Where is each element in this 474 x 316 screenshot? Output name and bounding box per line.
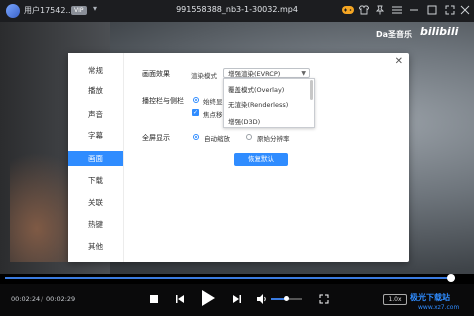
bilibili-logo: bilibili	[420, 25, 459, 38]
previous-icon[interactable]	[174, 293, 186, 305]
fullscreen-toggle-icon[interactable]	[444, 4, 456, 16]
auto-scale-radio[interactable]	[193, 134, 199, 140]
settings-dialog: 常规 播放 声音 字幕 画面 下载 关联 热键 其他 ✕ 画面效果 渲染模式 增…	[68, 53, 409, 262]
dropdown-scrollbar[interactable]	[310, 80, 313, 100]
minimize-icon[interactable]	[408, 4, 420, 16]
next-icon[interactable]	[231, 293, 243, 305]
sidebar-item-download[interactable]: 下载	[68, 173, 123, 188]
dropdown-option-renderless[interactable]: 无渲染(Renderless)	[228, 99, 288, 109]
dropdown-option-overlay[interactable]: 覆盖模式(Overlay)	[228, 84, 284, 94]
close-icon[interactable]: ✕	[395, 56, 403, 67]
pin-icon[interactable]	[374, 4, 386, 16]
focus-move-checkbox[interactable]: ✓	[192, 109, 199, 116]
sidebar-item-association[interactable]: 关联	[68, 195, 123, 210]
playbar-section-label: 播控栏与侧栏	[142, 97, 184, 105]
auto-scale-label: 自动缩放	[204, 135, 230, 143]
title-bar: 用户17542... VIP ▾ 991558388_nb3-1-30032.m…	[0, 0, 474, 22]
always-show-radio[interactable]	[193, 97, 199, 103]
speed-button[interactable]: 1.0x	[383, 294, 407, 305]
original-resolution-label: 原始分辨率	[257, 135, 290, 143]
settings-sidebar: 常规 播放 声音 字幕 画面 下载 关联 热键 其他	[68, 53, 124, 262]
always-show-label: 始终显	[203, 98, 223, 106]
close-icon[interactable]	[459, 4, 471, 16]
dropdown-option-d3d[interactable]: 增强(D3D)	[228, 116, 260, 126]
restore-defaults-button[interactable]: 恢复默认	[234, 153, 288, 166]
picture-effect-label: 画面效果	[142, 70, 170, 78]
progress-bar[interactable]	[5, 277, 455, 279]
skin-icon[interactable]	[358, 4, 370, 16]
sidebar-item-general[interactable]: 常规	[68, 63, 123, 78]
render-mode-label: 渲染模式	[191, 72, 217, 80]
stop-icon[interactable]	[149, 294, 159, 304]
sidebar-item-playback[interactable]: 播放	[68, 83, 123, 98]
fullscreen-section-label: 全屏显示	[142, 134, 170, 142]
maximize-icon[interactable]	[426, 4, 438, 16]
site-watermark: 极光下载站	[410, 293, 450, 302]
progress-handle[interactable]	[446, 274, 455, 282]
gamepad-icon[interactable]	[342, 4, 354, 16]
sidebar-item-other[interactable]: 其他	[68, 239, 123, 254]
sidebar-item-audio[interactable]: 声音	[68, 107, 123, 122]
sidebar-item-hotkeys[interactable]: 热键	[68, 217, 123, 232]
sidebar-item-subtitles[interactable]: 字幕	[68, 128, 123, 143]
time-separator: /	[41, 295, 44, 303]
menu-icon[interactable]	[391, 4, 403, 16]
sidebar-item-picture[interactable]: 画面	[68, 151, 123, 166]
fullscreen-icon[interactable]	[318, 293, 330, 305]
focus-move-label: 焦点移	[203, 111, 223, 119]
render-mode-dropdown: 覆盖模式(Overlay) 无渲染(Renderless) 增强(D3D)	[223, 78, 315, 128]
volume-icon[interactable]	[256, 293, 268, 305]
total-time: 00:02:29	[46, 295, 76, 303]
render-mode-value: 增强渲染(EVRCP)	[228, 70, 281, 78]
render-mode-select[interactable]: 增强渲染(EVRCP) ▼	[223, 68, 310, 78]
current-time: 00:02:24	[11, 295, 41, 303]
video-watermark: Da圣音乐	[376, 30, 413, 39]
play-icon[interactable]	[200, 290, 216, 306]
site-watermark-url: www.xz7.com	[418, 304, 460, 311]
original-resolution-radio[interactable]	[246, 134, 252, 140]
volume-handle[interactable]	[284, 296, 289, 301]
